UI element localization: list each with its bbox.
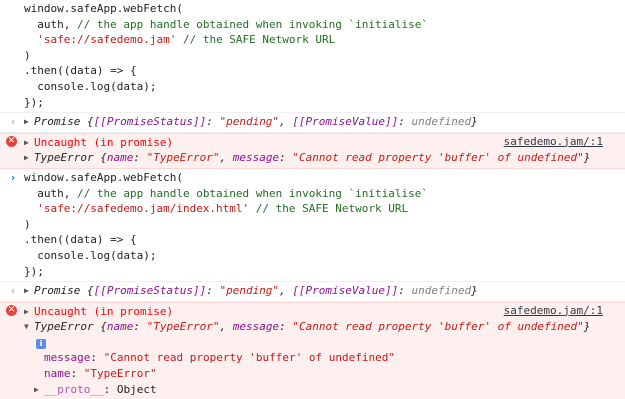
error-message: Uncaught (in promise) [34,135,174,149]
result-line[interactable]: ▶ Promise {[[PromiseStatus]]: "pending", … [24,114,617,130]
property-key: name [106,151,134,165]
expanded-property[interactable]: ▶ __proto__: Object [24,382,617,398]
info-icon[interactable]: i [36,338,46,349]
property-value: "pending" [219,115,280,129]
code-line: .then((data) => { [24,233,137,247]
code-text: auth, [24,186,77,200]
code-text: auth, [24,17,77,31]
info-line: i [24,335,617,351]
property-key: name [44,367,71,381]
code-line: auth, // the app handle obtained when in… [24,186,617,202]
property-key: [[PromiseStatus]] [93,115,207,129]
console-error-entry: ✕ ▶ Uncaught (in promise) safedemo.jam/:1… [0,301,625,399]
triangle-right-icon[interactable]: ▶ [24,304,34,320]
property-key: message [232,151,280,165]
property-value: "TypeError" [146,151,220,165]
console-input-entry[interactable]: window.safeApp.webFetch( auth, // the ap… [0,0,625,114]
chevron-left-icon: ‹ [9,115,17,129]
code-comment: // the app handle obtained when invoking… [76,17,428,31]
chevron-right-icon: › [9,170,17,184]
code-line: .then((data) => { [24,64,137,78]
console-error-entry: ✕ ▶ Uncaught (in promise) safedemo.jam/:1… [0,132,625,169]
console-result-entry: ‹ ▶ Promise {[[PromiseStatus]]: "pending"… [0,282,625,302]
code-line: ) [24,48,31,62]
result-line[interactable]: ▶ Promise {[[PromiseStatus]]: "pending", … [24,283,617,299]
triangle-right-icon[interactable]: ▶ [24,283,34,299]
property-value: "Cannot read property 'buffer' of undefi… [103,351,396,365]
triangle-right-icon[interactable]: ▶ [34,382,44,398]
expanded-property: name: "TypeError" [44,367,157,381]
code-line: 'safe://safedemo.jam' // the SAFE Networ… [24,32,617,48]
property-value: undefined [411,284,472,298]
code-line: }); [24,95,44,109]
triangle-right-icon[interactable]: ▶ [24,150,34,166]
devtools-console: window.safeApp.webFetch( auth, // the ap… [0,0,625,399]
result-label: Promise [34,284,81,298]
source-link[interactable]: safedemo.jam/:1 [504,135,603,148]
code-string: 'safe://safedemo.jam/index.html' [37,202,250,216]
code-line: 'safe://safedemo.jam/index.html' // the … [24,201,617,217]
code-line: ) [24,217,31,231]
property-key: [[PromiseValue]] [292,284,399,298]
triangle-right-icon[interactable]: ▶ [24,135,34,151]
triangle-down-icon[interactable]: ▼ [24,319,34,335]
code-line: console.log(data); [24,79,157,93]
error-circle-icon: ✕ [6,135,17,147]
property-key: [[PromiseStatus]] [93,284,207,298]
property-value: "Cannot read property 'buffer' of undefi… [292,151,584,165]
code-comment: // the SAFE Network URL [249,202,409,216]
property-value: Object [116,382,157,396]
property-value: "TypeError" [83,367,157,381]
error-detail-line[interactable]: ▼ TypeError {name: "TypeError", message: … [24,319,617,335]
console-result-entry: ‹ ▶ Promise {[[PromiseStatus]]: "pending"… [0,113,625,133]
code-line: auth, // the app handle obtained when in… [24,17,617,33]
result-label: Promise [34,115,81,129]
expanded-property: message: "Cannot read property 'buffer' … [44,351,396,365]
code-comment: // the SAFE Network URL [176,33,336,47]
property-value: "pending" [219,284,280,298]
property-value: undefined [411,115,472,129]
error-type: TypeError [34,151,94,165]
property-key: __proto__ [44,382,104,396]
code-line: console.log(data); [24,248,157,262]
property-key: name [106,320,134,334]
property-value: "TypeError" [146,320,220,334]
property-key: [[PromiseValue]] [292,115,399,129]
property-key: message [44,351,91,365]
console-input-entry[interactable]: › window.safeApp.webFetch( auth, // the … [0,169,625,283]
property-value: "Cannot read property 'buffer' of undefi… [292,320,584,334]
error-type: TypeError [34,320,94,334]
code-comment: // the app handle obtained when invoking… [76,186,428,200]
error-detail-line[interactable]: ▶ TypeError {name: "TypeError", message: … [24,150,617,166]
code-line: window.safeApp.webFetch( [24,170,183,184]
code-string: 'safe://safedemo.jam' [37,33,177,47]
code-line: window.safeApp.webFetch( [24,2,183,15]
triangle-right-icon[interactable]: ▶ [24,114,34,130]
error-circle-icon: ✕ [6,304,17,316]
chevron-left-icon: ‹ [9,284,17,298]
property-key: message [232,320,280,334]
error-message: Uncaught (in promise) [34,304,174,318]
code-line: }); [24,264,44,278]
source-link[interactable]: safedemo.jam/:1 [504,304,603,317]
